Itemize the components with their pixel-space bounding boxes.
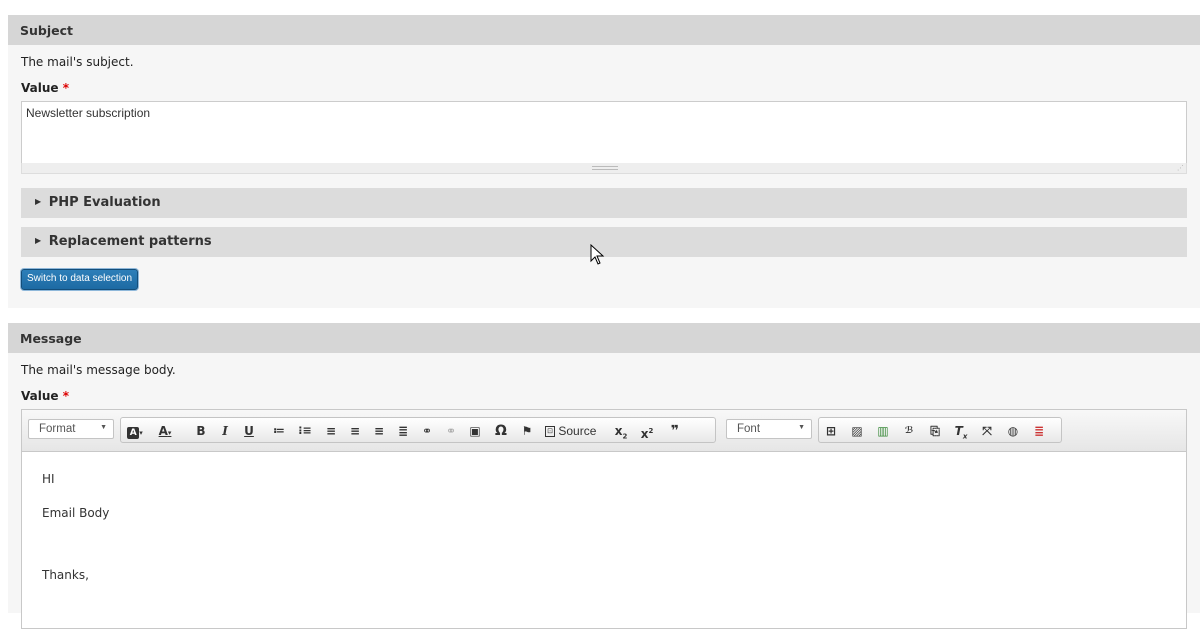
image-insert-icon[interactable]: ▨	[849, 422, 865, 440]
table-icon[interactable]: ⊞	[823, 422, 839, 440]
source-button[interactable]: ⊡ Source	[545, 422, 596, 440]
numbered-list-icon[interactable]: ≔	[271, 422, 287, 440]
body-line: HI	[42, 472, 55, 486]
globe-icon[interactable]: ◍	[1005, 422, 1021, 440]
italic-icon[interactable]: I	[217, 422, 233, 440]
resize-corner-icon: ⋰	[1177, 164, 1184, 172]
chevron-down-icon: ▼	[100, 424, 107, 431]
message-value-label: Value *	[21, 389, 69, 403]
unlink-icon[interactable]: ⚭	[443, 422, 459, 440]
body-line: Thanks,	[42, 568, 89, 582]
font-dropdown-label: Font	[737, 423, 761, 435]
triangle-right-icon: ▶	[35, 236, 42, 245]
blockquote-icon[interactable]: ❞	[667, 422, 683, 440]
value-label-text: Value	[21, 389, 59, 403]
page-break-icon[interactable]: ≣	[1031, 422, 1047, 440]
remove-format-icon[interactable]: Tx	[953, 422, 969, 440]
justify-icon[interactable]: ≣	[395, 422, 411, 440]
grip-handle-icon	[592, 166, 618, 170]
body-line: Email Body	[42, 506, 110, 520]
subject-legend: Subject	[8, 15, 1200, 45]
php-evaluation-label: PHP Evaluation	[48, 195, 161, 210]
required-marker: *	[62, 81, 69, 95]
format-dropdown-label: Format	[39, 423, 76, 435]
subscript-icon[interactable]: x2	[613, 422, 629, 440]
switch-to-data-selection-button[interactable]: Switch to data selection	[21, 269, 138, 290]
bold-icon[interactable]: B	[193, 422, 209, 440]
message-legend: Message	[8, 323, 1200, 353]
source-label: Source	[558, 424, 597, 438]
textarea-resize-grip[interactable]: ⋰	[21, 163, 1187, 174]
format-dropdown[interactable]: Format ▼	[28, 419, 114, 439]
maximize-icon[interactable]: ⤧	[979, 422, 995, 440]
triangle-right-icon: ▶	[35, 197, 42, 206]
link-icon[interactable]: ⚭	[419, 422, 435, 440]
bulleted-list-icon[interactable]: ⁝≡	[297, 422, 313, 440]
message-fieldset: Message The mail's message body. Value *…	[8, 323, 1200, 629]
text-color-icon[interactable]: A▾	[157, 422, 173, 440]
subject-textarea[interactable]: Newsletter subscription	[21, 101, 1187, 164]
insert-button-group: ⊞ ▨ ▥ ℬ ⎘ Tx ⤧ ◍ ≣	[818, 417, 1062, 443]
required-marker: *	[62, 389, 69, 403]
special-character-icon[interactable]: Ω	[493, 422, 509, 440]
editor-toolbar: Format ▼ A ▾ A▾ B I U ≔ ⁝≡ ≡ ≡ ≡ ≣ ⚭ ⚭ ▣…	[22, 410, 1186, 452]
align-right-icon[interactable]: ≡	[371, 422, 387, 440]
value-label-text: Value	[21, 81, 59, 95]
replacement-patterns-label: Replacement patterns	[48, 234, 212, 249]
anchor-flag-icon[interactable]: ⚑	[519, 422, 535, 440]
subject-value-label: Value *	[21, 81, 69, 95]
paste-text-icon[interactable]: ⎘	[927, 422, 943, 440]
mouse-pointer-icon	[590, 244, 605, 265]
align-left-icon[interactable]: ≡	[323, 422, 339, 440]
language-icon[interactable]: ℬ	[901, 422, 917, 440]
image-icon[interactable]: ▣	[467, 422, 483, 440]
align-center-icon[interactable]: ≡	[347, 422, 363, 440]
message-description: The mail's message body.	[21, 363, 176, 377]
rich-text-editor: Format ▼ A ▾ A▾ B I U ≔ ⁝≡ ≡ ≡ ≡ ≣ ⚭ ⚭ ▣…	[21, 409, 1187, 629]
font-dropdown[interactable]: Font ▼	[726, 419, 812, 439]
subject-description: The mail's subject.	[21, 55, 134, 69]
editor-content[interactable]: HI Email Body Thanks,	[22, 452, 1186, 602]
php-evaluation-toggle[interactable]: ▶ PHP Evaluation	[21, 188, 1187, 218]
chevron-down-icon: ▼	[798, 424, 805, 431]
media-icon[interactable]: ▥	[875, 422, 891, 440]
formatting-button-group: A ▾ A▾ B I U ≔ ⁝≡ ≡ ≡ ≡ ≣ ⚭ ⚭ ▣ Ω ⚑ ⊡ Sou…	[120, 417, 716, 443]
background-color-icon[interactable]: A ▾	[127, 422, 143, 440]
superscript-icon[interactable]: x2	[639, 422, 655, 441]
underline-icon[interactable]: U	[241, 422, 257, 440]
